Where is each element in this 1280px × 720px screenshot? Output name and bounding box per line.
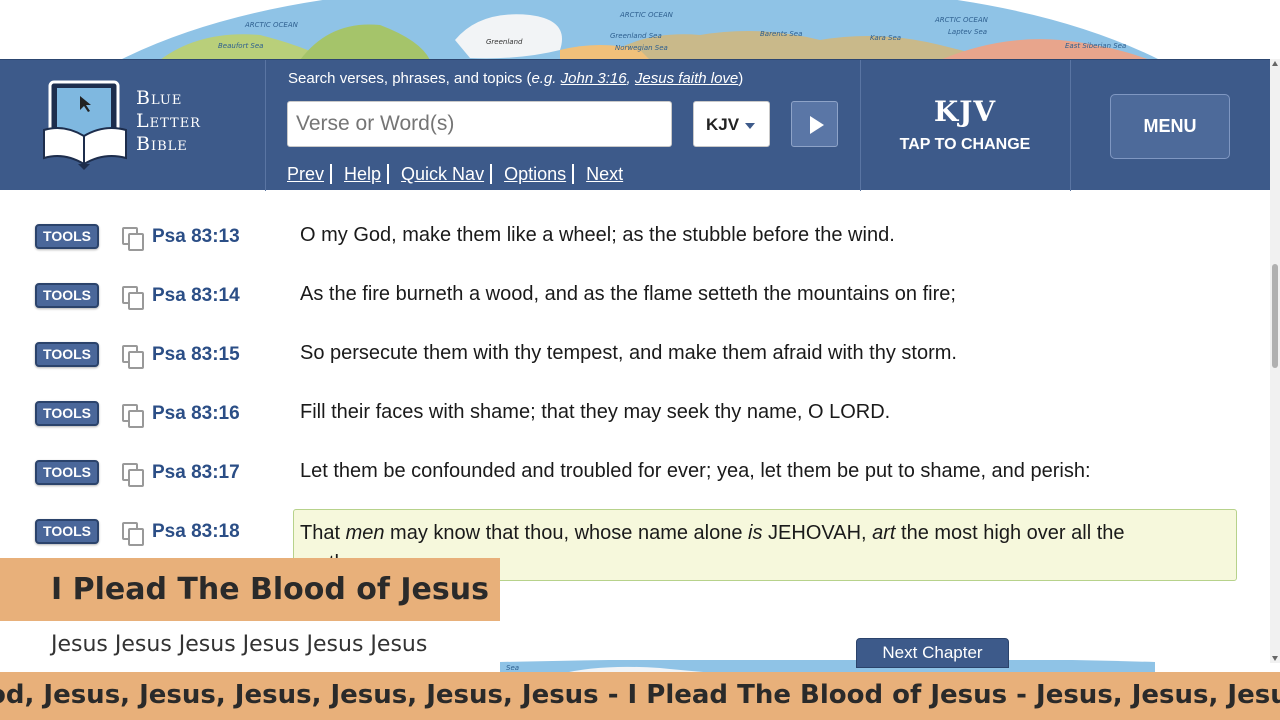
- lyric-line: Jesus Jesus Jesus Jesus Jesus Jesus: [51, 632, 428, 657]
- copy-icon[interactable]: [122, 522, 144, 546]
- verse-text-italic: art: [872, 522, 896, 544]
- copy-icon[interactable]: [122, 345, 144, 369]
- map-label: Kara Sea: [870, 34, 901, 42]
- blb-logo[interactable]: Blue Letter Bible: [0, 60, 265, 191]
- verse-text-italic: is: [748, 522, 763, 544]
- divider: [387, 164, 390, 184]
- version-name: KJV: [933, 95, 997, 128]
- copy-icon[interactable]: [122, 227, 144, 251]
- site-header: Blue Letter Bible Search verses, phrases…: [0, 59, 1270, 191]
- copy-icon[interactable]: [122, 404, 144, 428]
- tools-button[interactable]: TOOLS: [35, 519, 99, 544]
- map-label: Greenland: [486, 38, 523, 46]
- banner-title: I Plead The Blood of Jesus: [51, 572, 489, 607]
- verse-text-part: JEHOVAH,: [762, 522, 873, 544]
- map-label: Greenland Sea: [610, 32, 662, 40]
- scrollbar[interactable]: [1270, 59, 1280, 663]
- search-submit-button[interactable]: [791, 101, 838, 147]
- logo-wordmark: Blue Letter Bible: [136, 87, 201, 156]
- nav-links: Prev Help Quick Nav Options Next: [287, 164, 623, 185]
- verse-reference[interactable]: Psa 83:14: [152, 285, 240, 307]
- verse-text: Fill their faces with shame; that they m…: [300, 401, 891, 423]
- logo-line: Bible: [136, 133, 188, 155]
- video-title-banner: I Plead The Blood of Jesus: [0, 558, 500, 621]
- logo-line: Letter: [136, 110, 201, 132]
- version-panel[interactable]: KJV TAP TO CHANGE: [860, 95, 1070, 154]
- map-label: ARCTIC OCEAN: [619, 11, 674, 19]
- scrolling-ticker: od, Jesus, Jesus, Jesus, Jesus, Jesus, J…: [0, 672, 1280, 720]
- nav-quick-nav-link[interactable]: Quick Nav: [401, 164, 484, 185]
- verse-text: Let them be confounded and troubled for …: [300, 460, 1091, 482]
- tools-button[interactable]: TOOLS: [35, 224, 99, 249]
- nav-next-link[interactable]: Next: [586, 164, 623, 185]
- verse-text-part: That: [300, 522, 346, 544]
- map-label: East Siberian Sea: [1065, 42, 1126, 50]
- tools-button[interactable]: TOOLS: [35, 283, 99, 308]
- search-hint-eg: e.g.: [531, 70, 557, 87]
- verse-text-part: may know that thou, whose name alone: [384, 522, 749, 544]
- bible-logo-icon: [43, 80, 127, 170]
- example-link-john316[interactable]: John 3:16: [561, 70, 627, 87]
- map-label: Barents Sea: [760, 30, 802, 38]
- map-label: ARCTIC OCEAN: [244, 21, 299, 29]
- version-change-label: TAP TO CHANGE: [899, 136, 1031, 153]
- verse-reference[interactable]: Psa 83:17: [152, 462, 240, 484]
- verse-text-italic: men: [345, 522, 385, 544]
- divider: [330, 164, 333, 184]
- map-label: Laptev Sea: [948, 28, 987, 36]
- tools-button[interactable]: TOOLS: [35, 460, 99, 485]
- world-map-header: ARCTIC OCEAN ARCTIC OCEAN ARCTIC OCEAN G…: [0, 0, 1280, 60]
- nav-prev-link[interactable]: Prev: [287, 164, 324, 185]
- copy-icon[interactable]: [122, 463, 144, 487]
- search-input[interactable]: [287, 101, 672, 147]
- search-hint-text: ): [738, 70, 744, 87]
- logo-line: Blue: [136, 87, 183, 109]
- search-hint-text: Search verses, phrases, and topics (: [288, 70, 532, 87]
- verse-text: As the fire burneth a wood, and as the f…: [300, 283, 956, 305]
- verse-reference[interactable]: Psa 83:16: [152, 403, 240, 425]
- map-label: Sea: [506, 664, 519, 672]
- next-chapter-button[interactable]: Next Chapter: [856, 638, 1009, 668]
- example-link-jesus-faith-love[interactable]: Jesus faith love: [635, 70, 738, 87]
- verse-row: TOOLS Psa 83:13 O my God, make them like…: [0, 206, 1270, 265]
- tools-button[interactable]: TOOLS: [35, 342, 99, 367]
- verse-reference[interactable]: Psa 83:13: [152, 226, 240, 248]
- scroll-down-icon[interactable]: [1272, 656, 1278, 661]
- verse-row: TOOLS Psa 83:17 Let them be confounded a…: [0, 442, 1270, 501]
- version-select[interactable]: KJV: [693, 101, 770, 147]
- world-map-image: ARCTIC OCEAN ARCTIC OCEAN ARCTIC OCEAN G…: [120, 0, 1160, 60]
- screen: ARCTIC OCEAN ARCTIC OCEAN ARCTIC OCEAN G…: [0, 0, 1280, 720]
- search-hint: Search verses, phrases, and topics (e.g.…: [288, 70, 744, 87]
- copy-icon[interactable]: [122, 286, 144, 310]
- scroll-up-icon[interactable]: [1272, 61, 1278, 66]
- verse-reference[interactable]: Psa 83:18: [152, 521, 240, 543]
- verse-text: So persecute them with thy tempest, and …: [300, 342, 957, 364]
- chevron-down-icon: [745, 122, 756, 129]
- ticker-text: od, Jesus, Jesus, Jesus, Jesus, Jesus, J…: [0, 680, 1280, 710]
- nav-options-link[interactable]: Options: [504, 164, 566, 185]
- nav-help-link[interactable]: Help: [344, 164, 381, 185]
- verse-row: TOOLS Psa 83:16 Fill their faces with sh…: [0, 383, 1270, 442]
- verse-reference[interactable]: Psa 83:15: [152, 344, 240, 366]
- verse-text: O my God, make them like a wheel; as the…: [300, 224, 895, 246]
- map-label: Beaufort Sea: [218, 42, 263, 50]
- version-select-value: KJV: [706, 115, 740, 134]
- divider: [572, 164, 575, 184]
- map-label: ARCTIC OCEAN: [934, 16, 989, 24]
- scrollbar-thumb[interactable]: [1272, 264, 1278, 368]
- divider: [265, 60, 266, 191]
- tools-button[interactable]: TOOLS: [35, 401, 99, 426]
- verse-row: TOOLS Psa 83:15 So persecute them with t…: [0, 324, 1270, 383]
- divider: [1070, 60, 1071, 191]
- map-label: Norwegian Sea: [615, 44, 668, 52]
- divider: [490, 164, 493, 184]
- verse-row: TOOLS Psa 83:14 As the fire burneth a wo…: [0, 265, 1270, 324]
- menu-button[interactable]: MENU: [1110, 94, 1230, 159]
